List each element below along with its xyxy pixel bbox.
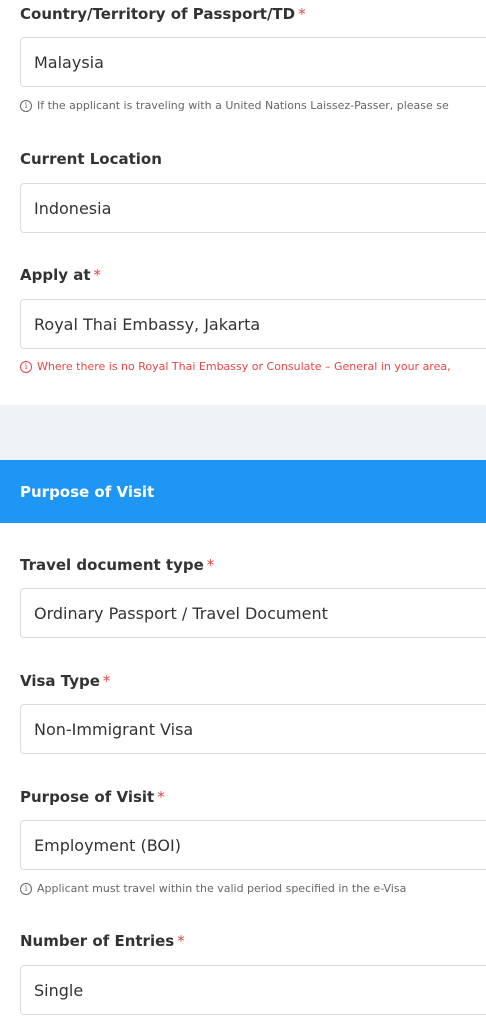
- country-passport-label: Country/Territory of Passport/TD *: [20, 5, 306, 23]
- required-marker: *: [157, 788, 165, 806]
- travel-document-type-label-text: Travel document type: [20, 556, 204, 574]
- section-divider: [0, 405, 486, 460]
- current-location-label: Current Location: [20, 150, 162, 168]
- info-icon: i: [20, 883, 32, 895]
- number-of-entries-value: Single: [34, 981, 84, 1000]
- required-marker: *: [298, 5, 306, 23]
- current-location-label-text: Current Location: [20, 150, 162, 168]
- purpose-section-title: Purpose of Visit: [20, 483, 155, 501]
- current-location-select[interactable]: Indonesia: [20, 183, 486, 233]
- info-icon: i: [20, 100, 32, 112]
- visa-type-label: Visa Type *: [20, 672, 110, 690]
- purpose-of-visit-value: Employment (BOI): [34, 836, 181, 855]
- required-marker: *: [93, 266, 102, 284]
- travel-document-type-value: Ordinary Passport / Travel Document: [34, 604, 328, 623]
- visa-type-value: Non-Immigrant Visa: [34, 720, 194, 739]
- country-passport-label-text: Country/Territory of Passport/TD: [20, 5, 296, 23]
- current-location-value: Indonesia: [34, 199, 112, 218]
- apply-at-value: Royal Thai Embassy, Jakarta: [34, 315, 261, 334]
- info-icon: i: [20, 361, 32, 373]
- apply-at-hint-text: Where there is no Royal Thai Embassy or …: [37, 360, 451, 373]
- apply-at-label-text: Apply at: [20, 266, 91, 284]
- country-passport-hint: i If the applicant is traveling with a Un…: [20, 99, 486, 112]
- required-marker: *: [102, 672, 111, 690]
- country-passport-hint-text: If the applicant is traveling with a Uni…: [37, 99, 449, 112]
- required-marker: *: [206, 556, 215, 574]
- purpose-of-visit-hint: i Applicant must travel within the valid …: [20, 882, 486, 895]
- visa-type-label-text: Visa Type: [20, 672, 100, 690]
- apply-at-hint: i Where there is no Royal Thai Embassy or…: [20, 360, 486, 373]
- purpose-of-visit-hint-text: Applicant must travel within the valid p…: [37, 882, 407, 895]
- apply-at-label: Apply at *: [20, 266, 101, 284]
- number-of-entries-select[interactable]: Single: [20, 965, 486, 1015]
- travel-document-type-select[interactable]: Ordinary Passport / Travel Document: [20, 588, 486, 638]
- travel-document-type-label: Travel document type *: [20, 556, 214, 574]
- required-marker: *: [177, 932, 185, 950]
- purpose-section-header: Purpose of Visit: [0, 460, 486, 523]
- apply-at-select[interactable]: Royal Thai Embassy, Jakarta: [20, 299, 486, 349]
- country-passport-select[interactable]: Malaysia: [20, 37, 486, 87]
- purpose-of-visit-label: Purpose of Visit *: [20, 788, 165, 806]
- visa-type-select[interactable]: Non-Immigrant Visa: [20, 704, 486, 754]
- country-passport-value: Malaysia: [34, 53, 104, 72]
- purpose-of-visit-label-text: Purpose of Visit: [20, 788, 155, 806]
- number-of-entries-label-text: Number of Entries: [20, 932, 175, 950]
- purpose-of-visit-select[interactable]: Employment (BOI): [20, 820, 486, 870]
- number-of-entries-label: Number of Entries *: [20, 932, 185, 950]
